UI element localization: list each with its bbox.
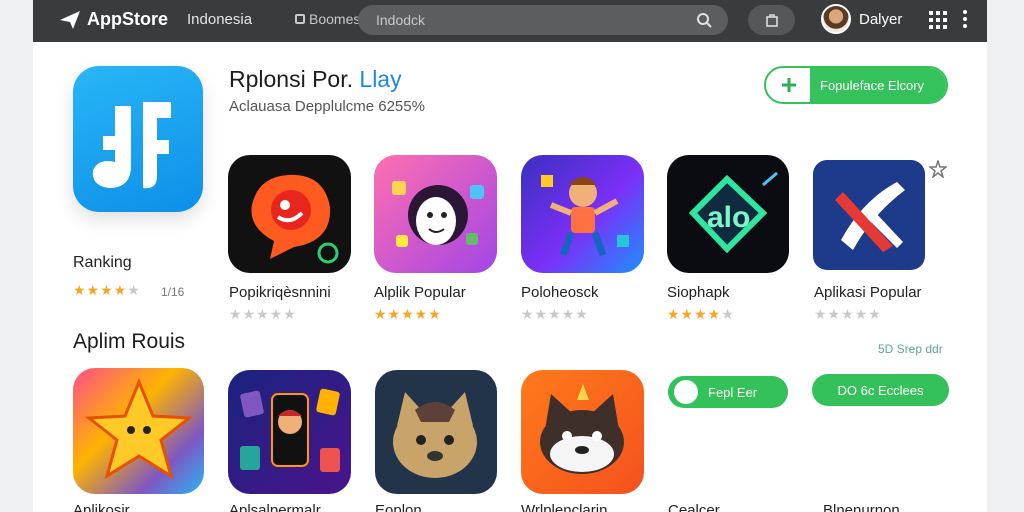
rating-count: 1/16 [161,285,185,299]
hero-rating-stars: ★★★★★ [73,282,141,298]
user-profile[interactable]: Dalyer [821,4,902,34]
tab-category-label: Boomes [309,11,361,27]
star-icon [84,378,194,480]
app-icon-7[interactable] [228,370,351,494]
app-rating-2: ★★★★★ [374,306,442,322]
main-panel: Rplonsi Por. Llay Aclauasa Depplulcme 62… [33,42,987,512]
check-icon [674,380,698,404]
region-selector[interactable]: Indonesia [187,11,252,28]
music-note-icon [92,102,171,189]
app-name-7[interactable]: Aplsalpermalr [229,502,321,512]
app-name-3[interactable]: Poloheosck [521,284,599,301]
user-name: Dalyer [859,10,903,28]
star-outline-icon[interactable] [929,160,947,178]
top-bar: AppStore Indonesia Boomes Dalyer [33,0,987,42]
app-icon-9[interactable] [521,370,644,494]
see-more-link[interactable]: 5D Srep ddr [878,342,943,356]
tab-category[interactable]: Boomes [295,11,360,27]
character-face-icon [392,181,484,247]
app-icon-8[interactable] [375,370,497,494]
app-icon-1[interactable] [228,155,351,273]
app-name-4[interactable]: Siophapk [667,284,730,301]
search-input[interactable] [376,5,666,35]
appstore-logo[interactable]: AppStore [59,9,168,30]
bag-icon [765,14,778,27]
app-rating-5: ★★★★★ [814,306,882,322]
app-icon-5[interactable] [813,160,925,270]
app-rating-4: ★★★★★ [667,306,735,322]
install-button-label: Fopuleface Elcory [820,78,925,93]
send-icon [60,10,80,29]
page-title: Rplonsi Por. Llay [229,66,402,92]
search-bar[interactable] [358,5,728,35]
app-name-10[interactable]: Cealcer [668,502,720,512]
raccoon-face-icon [540,384,624,474]
app-rating-3: ★★★★★ [521,306,589,322]
x-mark-icon [835,182,905,252]
cat-face-icon [393,392,477,478]
get-button-label: Fepl Eer [708,384,758,400]
square-icon [295,14,305,24]
section-title: Aplim Rouis [73,330,186,353]
search-icon[interactable] [696,12,712,28]
app-name-9[interactable]: Wrlplenclarin [521,502,607,512]
app-icon-4[interactable]: alo [667,155,789,273]
phone-game-icon [240,388,340,472]
app-icon-3[interactable] [521,155,644,273]
brand-name: AppStore [87,9,168,29]
cart-button[interactable] [748,5,795,35]
download-button[interactable]: DO 6c Ecclees [812,374,949,406]
app-icon-2[interactable] [374,155,497,273]
app-name-2[interactable]: Alplik Popular [374,284,466,301]
download-button-label: DO 6c Ecclees [837,382,924,398]
avatar[interactable] [821,4,851,34]
app-name-6[interactable]: Aplikosir [73,502,130,512]
hero-app-icon[interactable] [73,66,203,212]
get-button[interactable]: Fepl Eer [668,376,788,408]
more-menu-icon[interactable] [963,10,967,28]
ranking-label: Ranking [73,254,132,271]
apps-grid-icon[interactable] [929,11,947,29]
page-subtitle: Aclauasa Depplulcme 6255% [229,98,425,115]
app-name-1[interactable]: Popikriqèsnnini [229,284,331,301]
app-name-8[interactable]: Eoplon [375,502,422,512]
svg-text:alo: alo [707,201,750,234]
chat-bubble-icon [251,174,339,264]
app-name-5[interactable]: Aplikasi Popular [814,284,922,301]
plus-icon [782,78,796,92]
app-name-11[interactable]: Blnenurnon [823,502,900,512]
install-button[interactable]: Fopuleface Elcory [764,66,948,104]
app-rating-1: ★★★★★ [229,306,297,322]
neon-logo-icon: alo [688,171,778,254]
app-icon-6[interactable] [73,368,204,494]
game-character-icon [541,175,629,257]
